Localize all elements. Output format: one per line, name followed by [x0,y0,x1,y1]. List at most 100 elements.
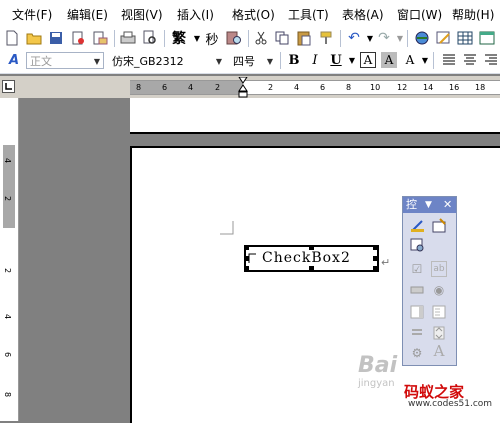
underline-dropdown-icon[interactable]: ▼ [344,52,360,68]
mail-icon[interactable] [92,30,108,46]
separator [280,52,281,69]
ruler-label: 10 [370,83,381,92]
vertical-ruler[interactable]: 4 2 2 4 6 8 [0,98,19,421]
separator [248,30,249,47]
properties-icon[interactable] [431,217,447,233]
character-border-button[interactable]: A [360,52,376,68]
ruler-label: 2 [3,267,13,274]
left-tab-icon [5,83,12,90]
italic-button[interactable]: I [307,52,323,68]
ruler-label: 18 [475,83,486,92]
checkbox-tool-icon[interactable]: ☑ [409,261,425,277]
new-document-icon[interactable] [4,30,20,46]
ruler-label: 6 [3,351,13,358]
tables-borders-icon[interactable] [436,30,452,46]
permission-icon[interactable] [70,30,86,46]
menu-view[interactable]: 视图(V) [121,6,163,23]
cut-icon[interactable] [253,30,269,46]
menu-help[interactable]: 帮助(H) [452,6,494,23]
font-size-select[interactable]: 四号 ▼ [229,52,277,69]
menu-file[interactable]: 文件(F) [12,6,52,23]
toggle-button-tool-icon[interactable] [409,325,425,341]
scroll-bar-tool-icon[interactable]: ⚙ [409,345,425,361]
indent-marker-icon[interactable] [238,77,248,99]
chinese-conversion-button[interactable]: 秒 [204,30,220,48]
resize-handle[interactable] [309,245,314,250]
checkbox-label: CheckBox2 [262,250,351,266]
margin-corner-icon [220,221,234,235]
separator [340,30,341,47]
research-icon[interactable] [226,30,242,46]
menu-format[interactable]: 格式(O) [232,6,275,23]
font-select[interactable]: 仿宋_GB2312 ▼ [108,52,226,69]
character-shading-button[interactable]: A [381,52,397,68]
dropdown-arrow-icon[interactable]: ▼ [189,30,205,46]
ruler-label: 14 [423,83,434,92]
hyperlink-icon[interactable] [414,30,430,46]
site-url-watermark: www.codes51.com [408,399,493,409]
print-icon[interactable] [120,30,136,46]
previous-page [130,98,500,134]
checkbox-control[interactable]: CheckBox2 [244,245,379,272]
align-center-icon[interactable] [462,52,478,68]
checkbox-icon [248,253,256,263]
ruler-label: 8 [3,391,13,398]
resize-handle[interactable] [244,266,249,271]
jingyan-watermark: jingyan [358,378,395,389]
ruler-margin [130,81,243,94]
toolbox-title-bar[interactable]: 控 ▼ ✕ [403,197,456,213]
view-code-icon[interactable] [409,237,425,253]
resize-handle[interactable] [309,266,314,271]
menu-table[interactable]: 表格(A) [342,6,384,23]
insert-table-icon[interactable] [457,30,473,46]
menu-edit[interactable]: 编辑(E) [67,6,108,23]
format-painter-icon[interactable] [318,30,334,46]
styles-formatting-icon[interactable]: A [6,52,22,68]
character-scale-dropdown-icon[interactable]: ▼ [417,52,433,68]
ruler-label: 2 [215,83,221,92]
resize-handle[interactable] [373,256,378,261]
underline-button[interactable]: U [328,52,344,68]
separator [164,30,165,47]
resize-handle[interactable] [244,256,249,261]
style-select[interactable]: 正文 ▼ [26,52,104,69]
close-icon[interactable]: ✕ [443,197,452,213]
tab-selector[interactable] [2,80,15,93]
listbox-tool-icon[interactable] [409,304,425,320]
spin-button-tool-icon[interactable] [431,325,447,341]
resize-handle[interactable] [244,245,249,250]
save-icon[interactable] [48,30,64,46]
undo-icon[interactable]: ↶ [346,30,362,46]
resize-handle[interactable] [373,245,378,250]
open-folder-icon[interactable] [26,30,42,46]
option-button-tool-icon[interactable]: ◉ [431,282,447,298]
combobox-tool-icon[interactable] [431,304,447,320]
ruler-label: 4 [3,157,13,164]
toolbox-menu-icon[interactable]: ▼ [425,197,432,213]
menu-window[interactable]: 窗口(W) [397,6,442,23]
ruler-label: 8 [346,83,352,92]
label-tool-icon[interactable]: A [431,342,447,360]
redo-icon[interactable]: ↷ [376,30,392,46]
design-mode-icon[interactable] [409,217,425,233]
baidu-watermark: Bai [358,353,398,378]
redo-dropdown-icon[interactable]: ▼ [392,30,408,46]
resize-handle[interactable] [373,266,378,271]
textbox-tool-icon[interactable]: ab [431,261,447,277]
insert-excel-icon[interactable] [479,30,495,46]
menu-insert[interactable]: 插入(I) [177,6,214,23]
traditional-chinese-button[interactable]: 繁 [170,30,188,47]
horizontal-ruler[interactable]: 8 6 4 2 2 4 6 8 10 12 14 16 18 [130,77,500,98]
command-button-tool-icon[interactable] [409,282,425,298]
align-justify-icon[interactable] [441,52,457,68]
paste-icon[interactable] [296,30,312,46]
copy-icon[interactable] [274,30,290,46]
print-preview-icon[interactable] [142,30,158,46]
ruler-label: 4 [188,83,194,92]
font-size-value: 四号 [233,55,255,68]
chevron-down-icon: ▼ [93,57,100,66]
bold-button[interactable]: B [286,52,302,68]
character-scale-icon[interactable]: A [402,52,418,68]
menu-tools[interactable]: 工具(T) [288,6,329,23]
align-right-icon[interactable] [483,52,499,68]
